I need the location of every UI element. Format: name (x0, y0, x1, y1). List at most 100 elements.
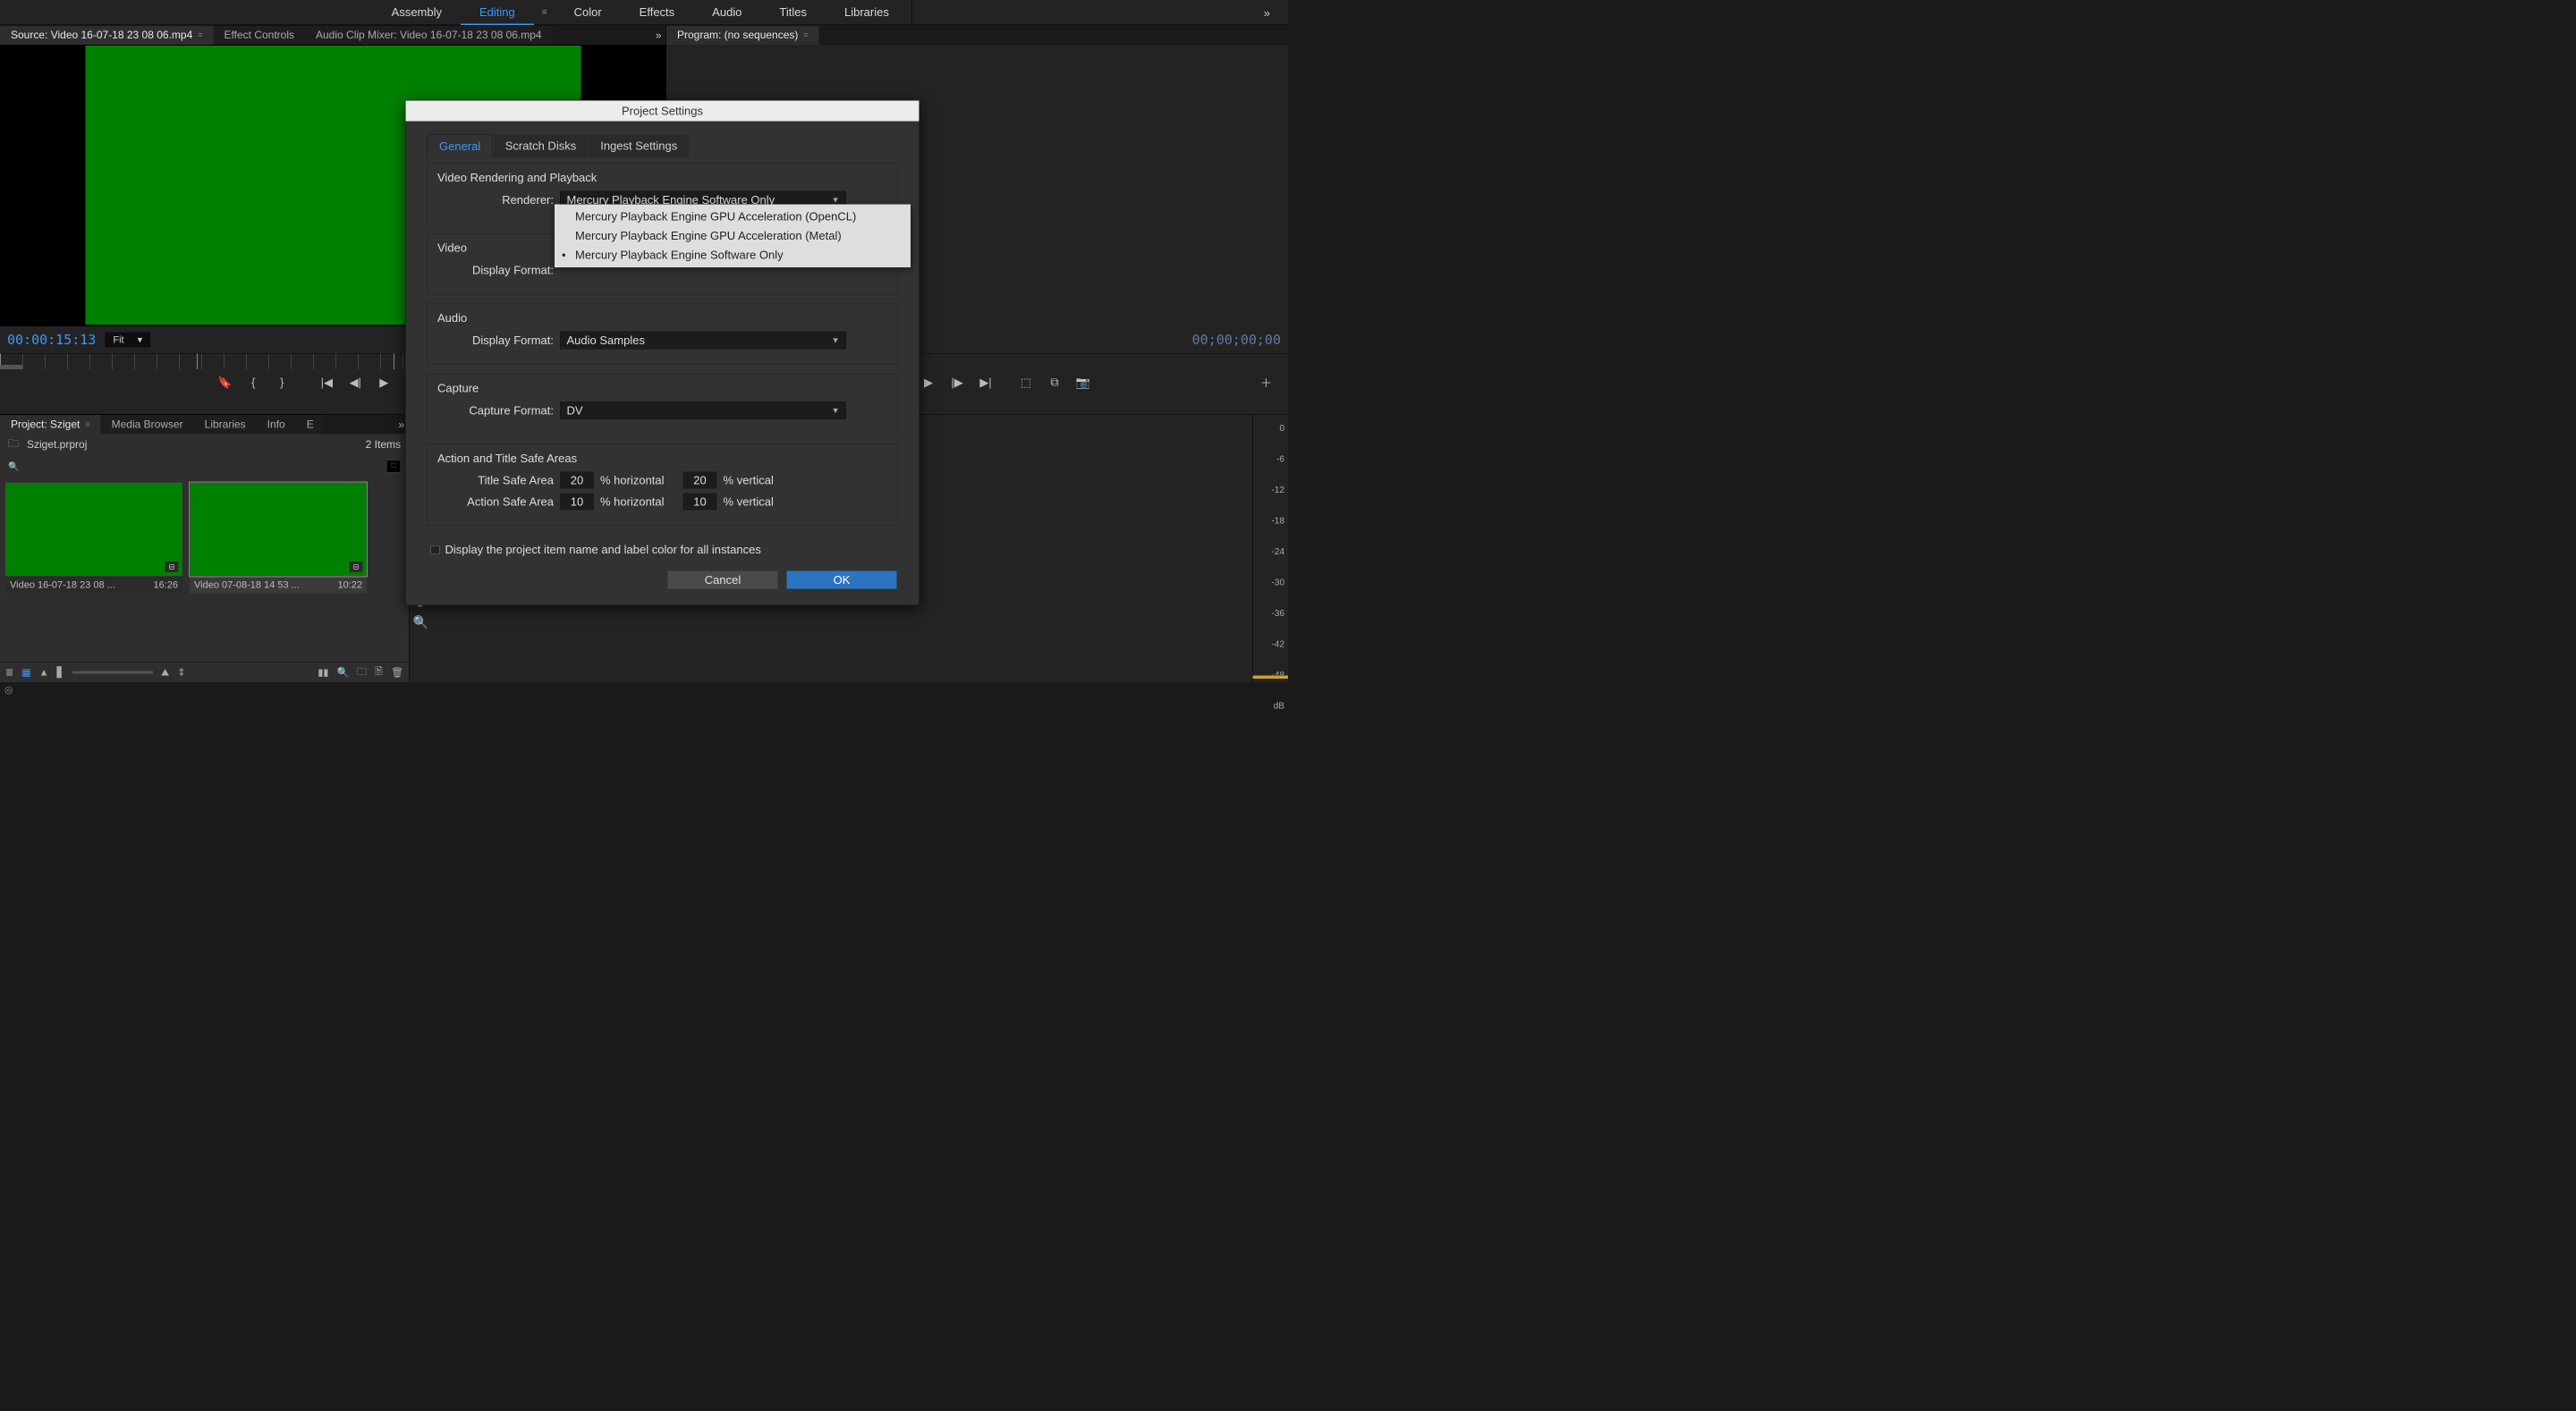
video-display-format-label: Display Format: (437, 263, 554, 277)
workspace-bar: Assembly Editing ≡ Color Effects Audio T… (0, 0, 1288, 25)
play-icon[interactable]: ▶ (371, 373, 397, 392)
search-icon[interactable]: 🔍 (8, 460, 19, 472)
sort-icon[interactable]: ▋ (57, 666, 64, 678)
zoom-slider[interactable] (72, 671, 153, 673)
tabs-overflow-icon[interactable]: » (398, 419, 404, 432)
cancel-button[interactable]: Cancel (668, 571, 778, 589)
workspace-overflow-icon[interactable]: » (1264, 6, 1270, 21)
marker-icon[interactable]: 🔖 (212, 373, 238, 392)
video-badge-icon: ⊟ (165, 562, 179, 572)
workspace-editing[interactable]: Editing (461, 0, 534, 25)
workspace-menu-icon[interactable]: ≡ (534, 7, 555, 18)
extract-icon[interactable]: ⧉ (1042, 373, 1068, 392)
panel-menu-icon[interactable]: ≡ (85, 420, 89, 430)
ok-button[interactable]: OK (787, 571, 897, 589)
new-bin-icon[interactable]: 🗀 (357, 663, 367, 680)
capture-format-label: Capture Format: (437, 403, 554, 418)
tab-program[interactable]: Program: (no sequences) ≡ (666, 25, 819, 45)
freeform-view-icon[interactable]: ▲ (39, 666, 49, 678)
tab-ingest-settings[interactable]: Ingest Settings (589, 135, 689, 158)
safe-areas-group: Action and Title Safe Areas Title Safe A… (428, 444, 898, 527)
capture-group: Capture Capture Format: DV ▼ (428, 374, 898, 435)
tab-project[interactable]: Project: Sziget ≡ (0, 415, 101, 435)
clip-name: Video 07-08-18 14 53 ... (194, 579, 300, 591)
renderer-option[interactable]: Mercury Playback Engine Software Only (555, 246, 911, 266)
tab-scratch-disks[interactable]: Scratch Disks (494, 135, 588, 158)
list-view-icon[interactable]: ≣ (5, 666, 13, 678)
audio-display-format-value: Audio Samples (567, 334, 645, 348)
renderer-option[interactable]: Mercury Playback Engine GPU Acceleration… (555, 207, 911, 227)
audio-display-format-dropdown[interactable]: Audio Samples ▼ (560, 332, 846, 350)
lift-icon[interactable]: ⬚ (1013, 373, 1039, 392)
tab-libraries[interactable]: Libraries (194, 415, 257, 435)
clip-item[interactable]: ⊟ Video 07-08-18 14 53 ... 10:22 (190, 483, 367, 594)
meter-label: -6 (1272, 454, 1284, 465)
workspace-assembly[interactable]: Assembly (373, 1, 461, 24)
action-safe-h-input[interactable]: 10 (560, 494, 594, 511)
capture-format-value: DV (567, 403, 583, 418)
checkbox-label: Display the project item name and label … (445, 543, 761, 557)
export-frame-icon[interactable]: 📷 (1071, 373, 1097, 392)
pct-vertical-label: % vertical (724, 473, 774, 487)
title-safe-h-input[interactable]: 20 (560, 472, 594, 489)
program-timecode[interactable]: 00;00;00;00 (1192, 332, 1281, 348)
title-safe-v-input[interactable]: 20 (683, 472, 717, 489)
out-point-icon[interactable]: } (269, 373, 295, 392)
tab-source[interactable]: Source: Video 16-07-18 23 08 06.mp4 ≡ (0, 25, 214, 45)
in-point-icon[interactable]: { (241, 373, 267, 392)
tab-info[interactable]: Info (257, 415, 296, 435)
tab-general[interactable]: General (428, 135, 493, 158)
workspace-audio[interactable]: Audio (693, 1, 760, 24)
sort-toggle-icon[interactable]: ⇕ (177, 666, 185, 678)
divider (911, 0, 912, 25)
tab-program-label: Program: (no sequences) (677, 29, 798, 41)
filter-bin-icon[interactable]: 🗀 (386, 460, 401, 473)
checkbox-icon[interactable] (431, 545, 440, 554)
pct-vertical-label: % vertical (724, 494, 774, 509)
video-badge-icon: ⊟ (350, 562, 363, 572)
pct-horizontal-label: % horizontal (600, 473, 665, 487)
project-settings-dialog: Project Settings General Scratch Disks I… (405, 100, 919, 605)
clips-grid: ⊟ Video 16-07-18 23 08 ... 16:26 ⊟ Video… (0, 477, 409, 663)
tab-effect-controls[interactable]: Effect Controls (214, 25, 305, 45)
zoom-tool-icon[interactable]: 🔍 (413, 615, 428, 630)
find-icon[interactable]: 🔍 (336, 666, 349, 678)
workspace-titles[interactable]: Titles (760, 1, 826, 24)
zoom-fit-label: Fit (113, 334, 123, 346)
panel-menu-icon[interactable]: ≡ (803, 30, 808, 40)
clip-item[interactable]: ⊟ Video 16-07-18 23 08 ... 16:26 (5, 483, 182, 594)
automate-icon[interactable]: ▮▮ (318, 666, 328, 678)
meter-label: -30 (1272, 578, 1284, 588)
renderer-option[interactable]: Mercury Playback Engine GPU Acceleration… (555, 226, 911, 246)
action-safe-label: Action Safe Area (437, 494, 554, 509)
workspace-color[interactable]: Color (555, 1, 621, 24)
tab-effects-short[interactable]: E (296, 415, 325, 435)
display-label-checkbox-row[interactable]: Display the project item name and label … (428, 535, 898, 557)
tab-audio-clip-mixer[interactable]: Audio Clip Mixer: Video 16-07-18 23 08 0… (305, 25, 553, 45)
button-editor-icon[interactable]: ＋ (1253, 373, 1279, 392)
step-forward-icon[interactable]: |▶ (945, 373, 970, 392)
footer-bar: ◎ (0, 682, 1288, 697)
meter-label: -18 (1272, 516, 1284, 527)
step-back-icon[interactable]: ◀| (343, 373, 369, 392)
chevron-down-icon: ▼ (832, 335, 840, 345)
go-to-in-icon[interactable]: |◀ (314, 373, 340, 392)
action-safe-v-input[interactable]: 10 (683, 494, 717, 511)
source-timecode[interactable]: 00:00:15:13 (7, 332, 96, 348)
capture-format-dropdown[interactable]: DV ▼ (560, 401, 846, 419)
item-count: 2 Items (366, 439, 401, 452)
dialog-title: Project Settings (406, 101, 919, 122)
tabs-overflow-icon[interactable]: » (656, 30, 662, 42)
project-file-name: Sziget.prproj (27, 439, 87, 452)
zoom-fit-dropdown[interactable]: Fit▾ (105, 333, 150, 348)
delete-icon[interactable]: 🗑 (391, 666, 403, 678)
creative-cloud-icon[interactable]: ◎ (4, 684, 13, 696)
icon-view-icon[interactable]: ▦ (21, 666, 30, 678)
go-to-out-icon[interactable]: ▶| (973, 373, 999, 392)
panel-menu-icon[interactable]: ≡ (198, 30, 202, 40)
workspace-effects[interactable]: Effects (621, 1, 694, 24)
new-item-icon[interactable]: 🗎 (375, 663, 383, 680)
thumb-size-icon[interactable]: ⛰ (161, 666, 169, 678)
workspace-libraries[interactable]: Libraries (826, 1, 908, 24)
tab-media-browser[interactable]: Media Browser (101, 415, 194, 435)
